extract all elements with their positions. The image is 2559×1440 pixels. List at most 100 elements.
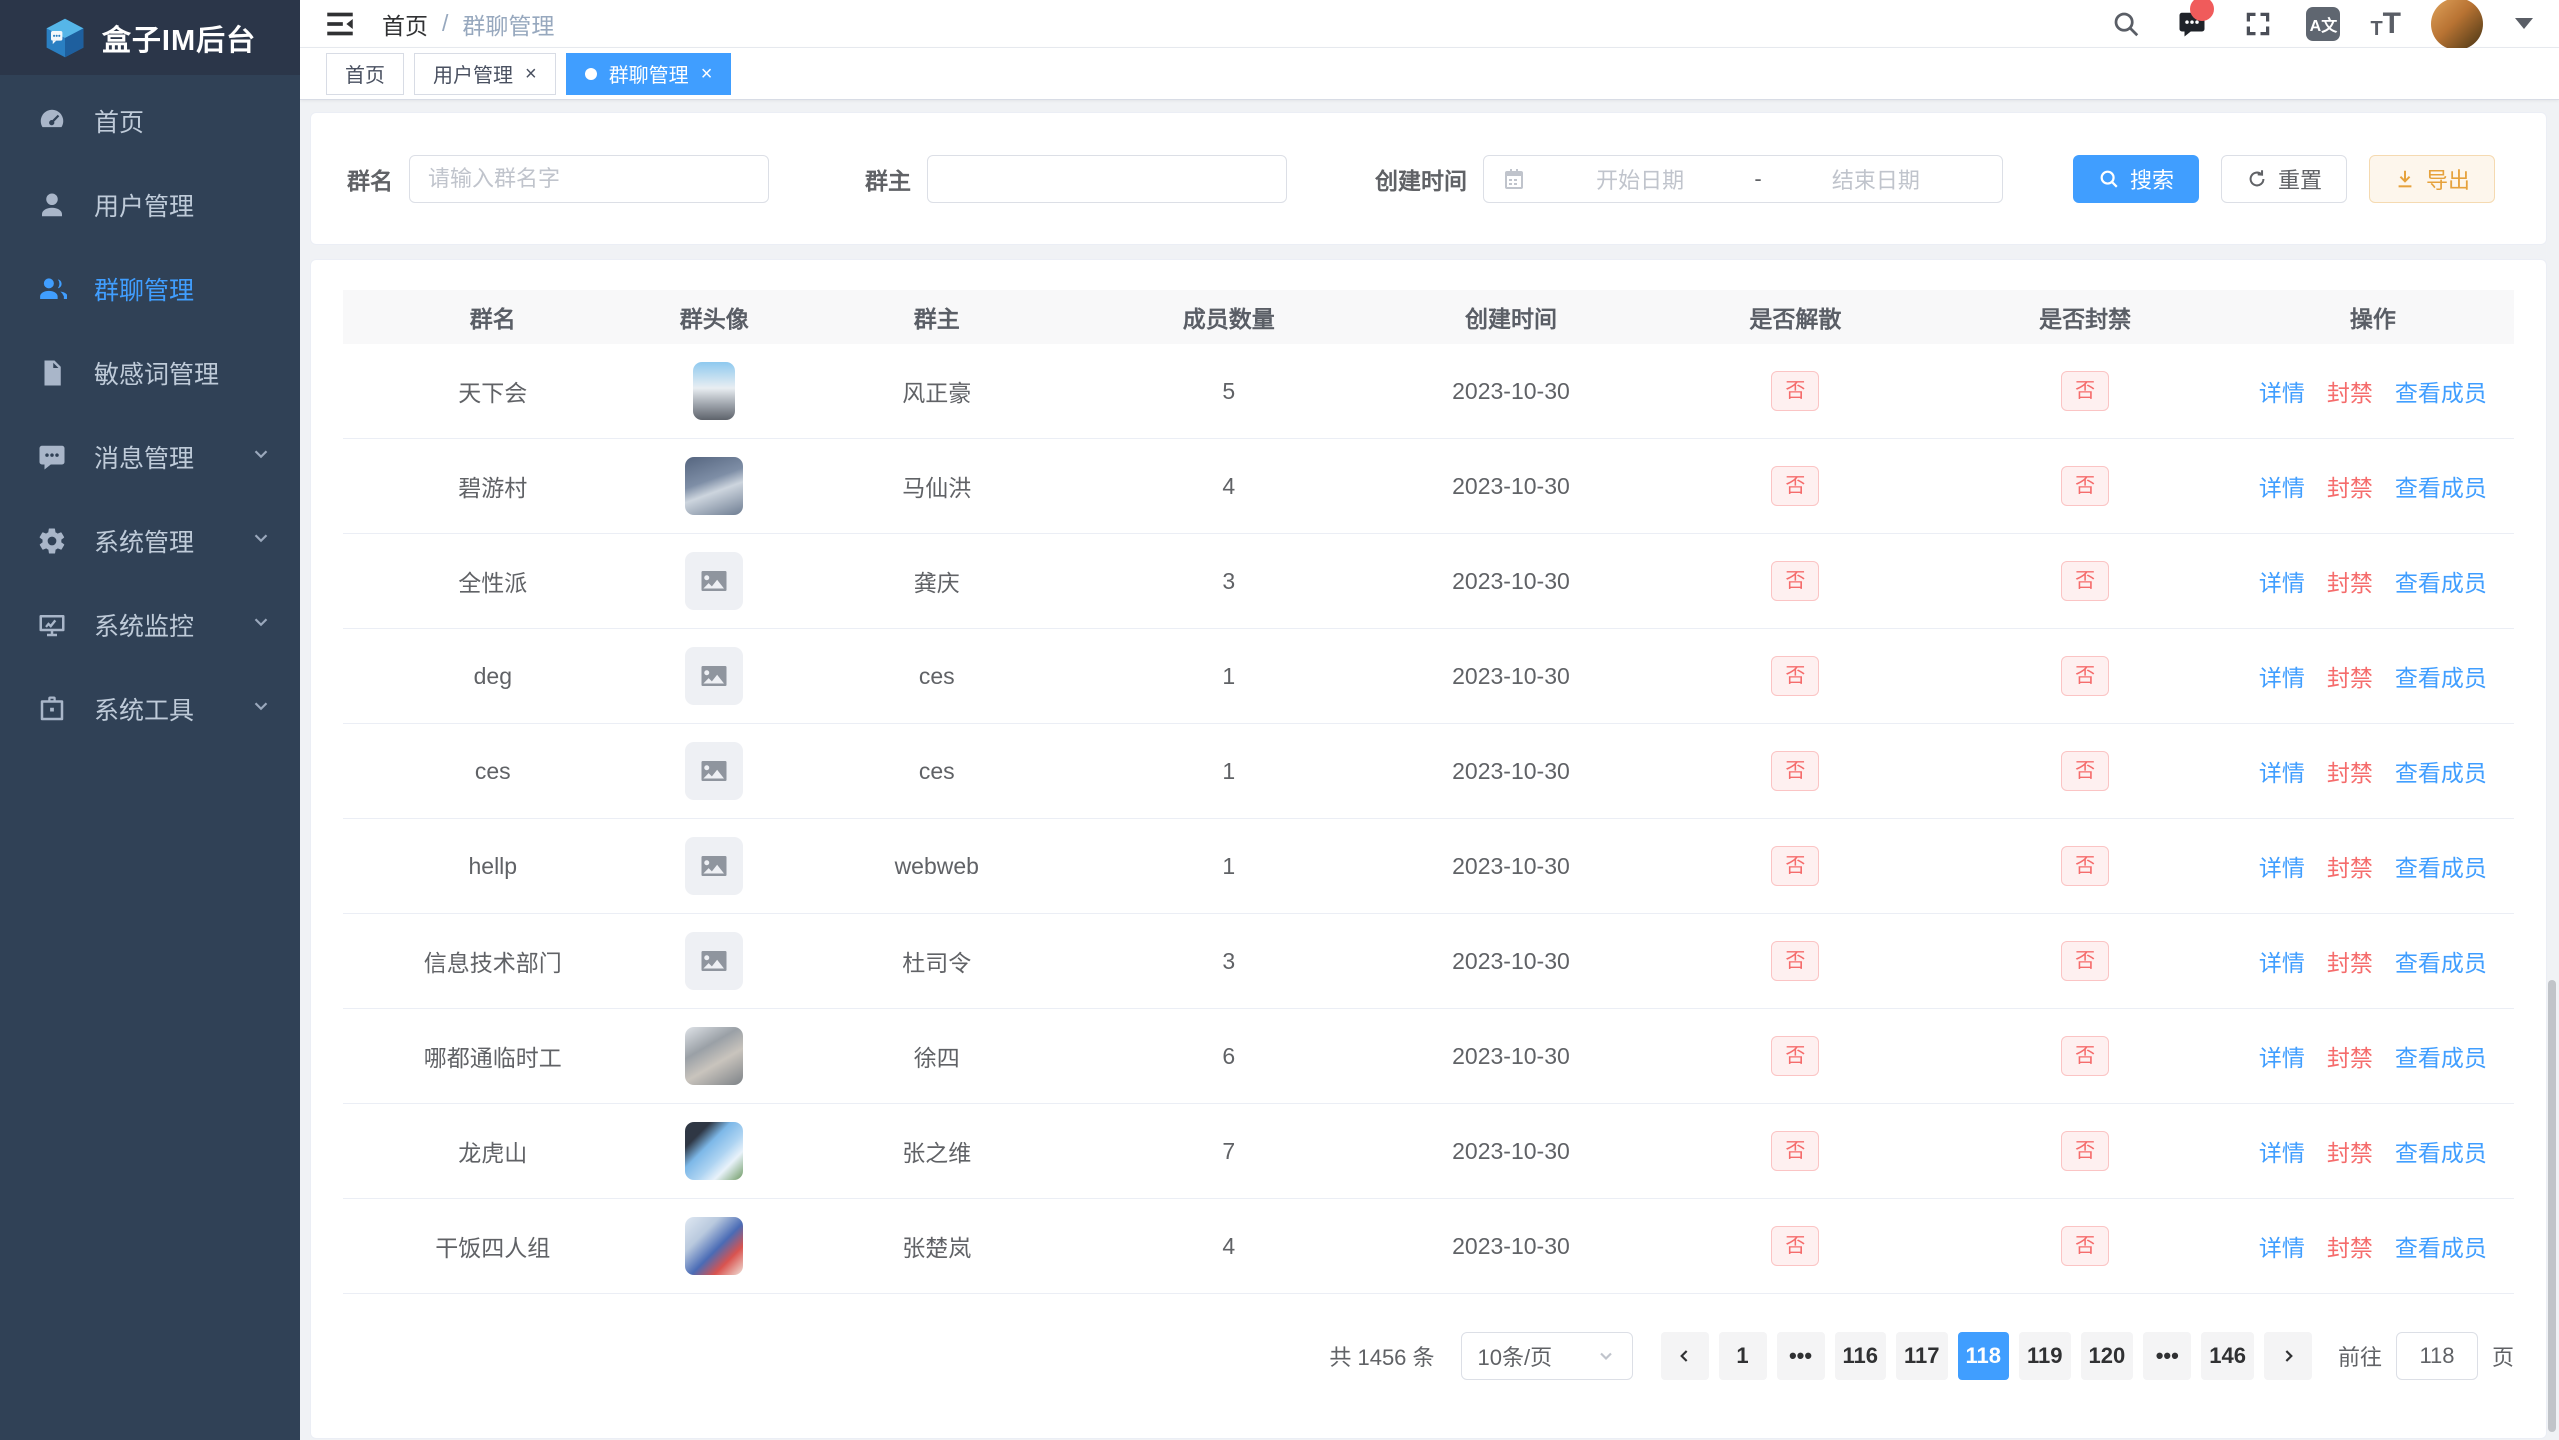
page-button-117[interactable]: 117 xyxy=(1896,1332,1948,1380)
ban-link[interactable]: 封禁 xyxy=(2327,849,2373,883)
close-icon[interactable]: × xyxy=(525,64,537,84)
actions-cell: 详情 封禁 查看成员 xyxy=(2232,849,2514,883)
page-button-146[interactable]: 146 xyxy=(2201,1332,2254,1380)
group-name-cell: deg xyxy=(343,663,643,690)
notifications-icon[interactable] xyxy=(2174,6,2210,42)
ban-link[interactable]: 封禁 xyxy=(2327,1229,2373,1263)
sidebar-item-7[interactable]: 系统工具 xyxy=(0,681,300,737)
group-name-input[interactable] xyxy=(409,155,769,203)
detail-link[interactable]: 详情 xyxy=(2259,659,2305,693)
column-header: 群主 xyxy=(786,300,1088,334)
font-size-icon[interactable]: TT xyxy=(2370,9,2401,39)
column-header: 创建时间 xyxy=(1370,300,1652,334)
more-pages-button[interactable]: ••• xyxy=(2143,1332,2191,1380)
hamburger-icon[interactable] xyxy=(322,6,358,42)
sidebar-item-6[interactable]: 系统监控 xyxy=(0,597,300,653)
detail-link[interactable]: 详情 xyxy=(2259,469,2305,503)
date-range-picker[interactable]: 开始日期 - 结束日期 xyxy=(1483,155,2003,203)
sidebar-menu: 首页用户管理群聊管理敏感词管理消息管理系统管理系统监控系统工具 xyxy=(0,75,300,737)
search-button[interactable]: 搜索 xyxy=(2073,155,2199,203)
ban-link[interactable]: 封禁 xyxy=(2327,1134,2373,1168)
view-members-link[interactable]: 查看成员 xyxy=(2395,659,2487,693)
group-owner-input[interactable] xyxy=(927,155,1287,203)
group-owner-cell: 杜司令 xyxy=(786,944,1088,978)
ban-link[interactable]: 封禁 xyxy=(2327,1039,2373,1073)
export-button[interactable]: 导出 xyxy=(2369,155,2495,203)
ban-link[interactable]: 封禁 xyxy=(2327,374,2373,408)
pagination: 共 1456 条 10条/页 1•••116117118119120•••146… xyxy=(343,1332,2514,1380)
view-members-link[interactable]: 查看成员 xyxy=(2395,1039,2487,1073)
created-time-cell: 2023-10-30 xyxy=(1370,378,1652,405)
prev-page-button[interactable] xyxy=(1661,1332,1709,1380)
chevron-down-icon[interactable] xyxy=(2515,18,2533,29)
sidebar-item-3[interactable]: 敏感词管理 xyxy=(0,345,300,401)
breadcrumb-home[interactable]: 首页 xyxy=(382,7,428,41)
disbanded-cell: 否 xyxy=(1652,941,1939,981)
sidebar-item-4[interactable]: 消息管理 xyxy=(0,429,300,485)
tab-label: 群聊管理 xyxy=(609,59,689,88)
detail-link[interactable]: 详情 xyxy=(2259,1039,2305,1073)
sidebar-item-1[interactable]: 用户管理 xyxy=(0,177,300,233)
end-date-placeholder[interactable]: 结束日期 xyxy=(1768,163,1984,195)
image-icon xyxy=(699,851,729,881)
banned-cell: 否 xyxy=(1939,941,2232,981)
search-icon[interactable] xyxy=(2108,6,2144,42)
ban-link[interactable]: 封禁 xyxy=(2327,754,2373,788)
column-header: 操作 xyxy=(2232,300,2514,334)
detail-link[interactable]: 详情 xyxy=(2259,849,2305,883)
detail-link[interactable]: 详情 xyxy=(2259,1134,2305,1168)
sidebar-item-5[interactable]: 系统管理 xyxy=(0,513,300,569)
page-button-118[interactable]: 118 xyxy=(1958,1332,2010,1380)
page-button-120[interactable]: 120 xyxy=(2081,1332,2134,1380)
next-page-button[interactable] xyxy=(2264,1332,2312,1380)
sidebar-item-2[interactable]: 群聊管理 xyxy=(0,261,300,317)
fullscreen-icon[interactable] xyxy=(2240,6,2276,42)
detail-link[interactable]: 详情 xyxy=(2259,374,2305,408)
sidebar-item-0[interactable]: 首页 xyxy=(0,93,300,149)
group-avatar-cell xyxy=(643,647,786,705)
jump-page-input[interactable] xyxy=(2396,1332,2478,1380)
view-members-link[interactable]: 查看成员 xyxy=(2395,754,2487,788)
ban-link[interactable]: 封禁 xyxy=(2327,564,2373,598)
disbanded-tag: 否 xyxy=(1771,1131,1819,1171)
tab-2[interactable]: 群聊管理 × xyxy=(566,53,732,95)
close-icon[interactable]: × xyxy=(701,64,713,84)
view-members-link[interactable]: 查看成员 xyxy=(2395,944,2487,978)
tab-1[interactable]: 用户管理× xyxy=(414,53,556,95)
banned-tag: 否 xyxy=(2061,751,2109,791)
start-date-placeholder[interactable]: 开始日期 xyxy=(1532,163,1748,195)
more-pages-button[interactable]: ••• xyxy=(1777,1332,1825,1380)
view-members-link[interactable]: 查看成员 xyxy=(2395,1134,2487,1168)
view-members-link[interactable]: 查看成员 xyxy=(2395,374,2487,408)
detail-link[interactable]: 详情 xyxy=(2259,564,2305,598)
detail-link[interactable]: 详情 xyxy=(2259,1229,2305,1263)
actions-cell: 详情 封禁 查看成员 xyxy=(2232,1229,2514,1263)
actions-cell: 详情 封禁 查看成员 xyxy=(2232,754,2514,788)
ban-link[interactable]: 封禁 xyxy=(2327,659,2373,693)
group-name-cell: 干饭四人组 xyxy=(343,1229,643,1263)
page-button-119[interactable]: 119 xyxy=(2019,1332,2071,1380)
page-button-1[interactable]: 1 xyxy=(1719,1332,1767,1380)
language-icon[interactable]: A文 xyxy=(2306,7,2340,41)
notification-badge xyxy=(2190,0,2214,21)
tab-0[interactable]: 首页 xyxy=(326,53,404,95)
scrollbar-thumb[interactable] xyxy=(2548,980,2556,1432)
page-button-116[interactable]: 116 xyxy=(1835,1332,1887,1380)
group-name-cell: hellp xyxy=(343,853,643,880)
table-row: 干饭四人组 张楚岚 4 2023-10-30 否 否 详情 封禁 查看成员 xyxy=(343,1199,2514,1294)
avatar[interactable] xyxy=(2431,0,2483,50)
group-owner-cell: 龚庆 xyxy=(786,564,1088,598)
detail-link[interactable]: 详情 xyxy=(2259,754,2305,788)
view-members-link[interactable]: 查看成员 xyxy=(2395,849,2487,883)
detail-link[interactable]: 详情 xyxy=(2259,944,2305,978)
reset-button[interactable]: 重置 xyxy=(2221,155,2347,203)
group-avatar xyxy=(685,837,743,895)
banned-tag: 否 xyxy=(2061,941,2109,981)
ban-link[interactable]: 封禁 xyxy=(2327,469,2373,503)
ban-link[interactable]: 封禁 xyxy=(2327,944,2373,978)
view-members-link[interactable]: 查看成员 xyxy=(2395,564,2487,598)
page-size-select[interactable]: 10条/页 xyxy=(1461,1332,1633,1380)
view-members-link[interactable]: 查看成员 xyxy=(2395,469,2487,503)
group-owner-cell: webweb xyxy=(786,853,1088,880)
view-members-link[interactable]: 查看成员 xyxy=(2395,1229,2487,1263)
